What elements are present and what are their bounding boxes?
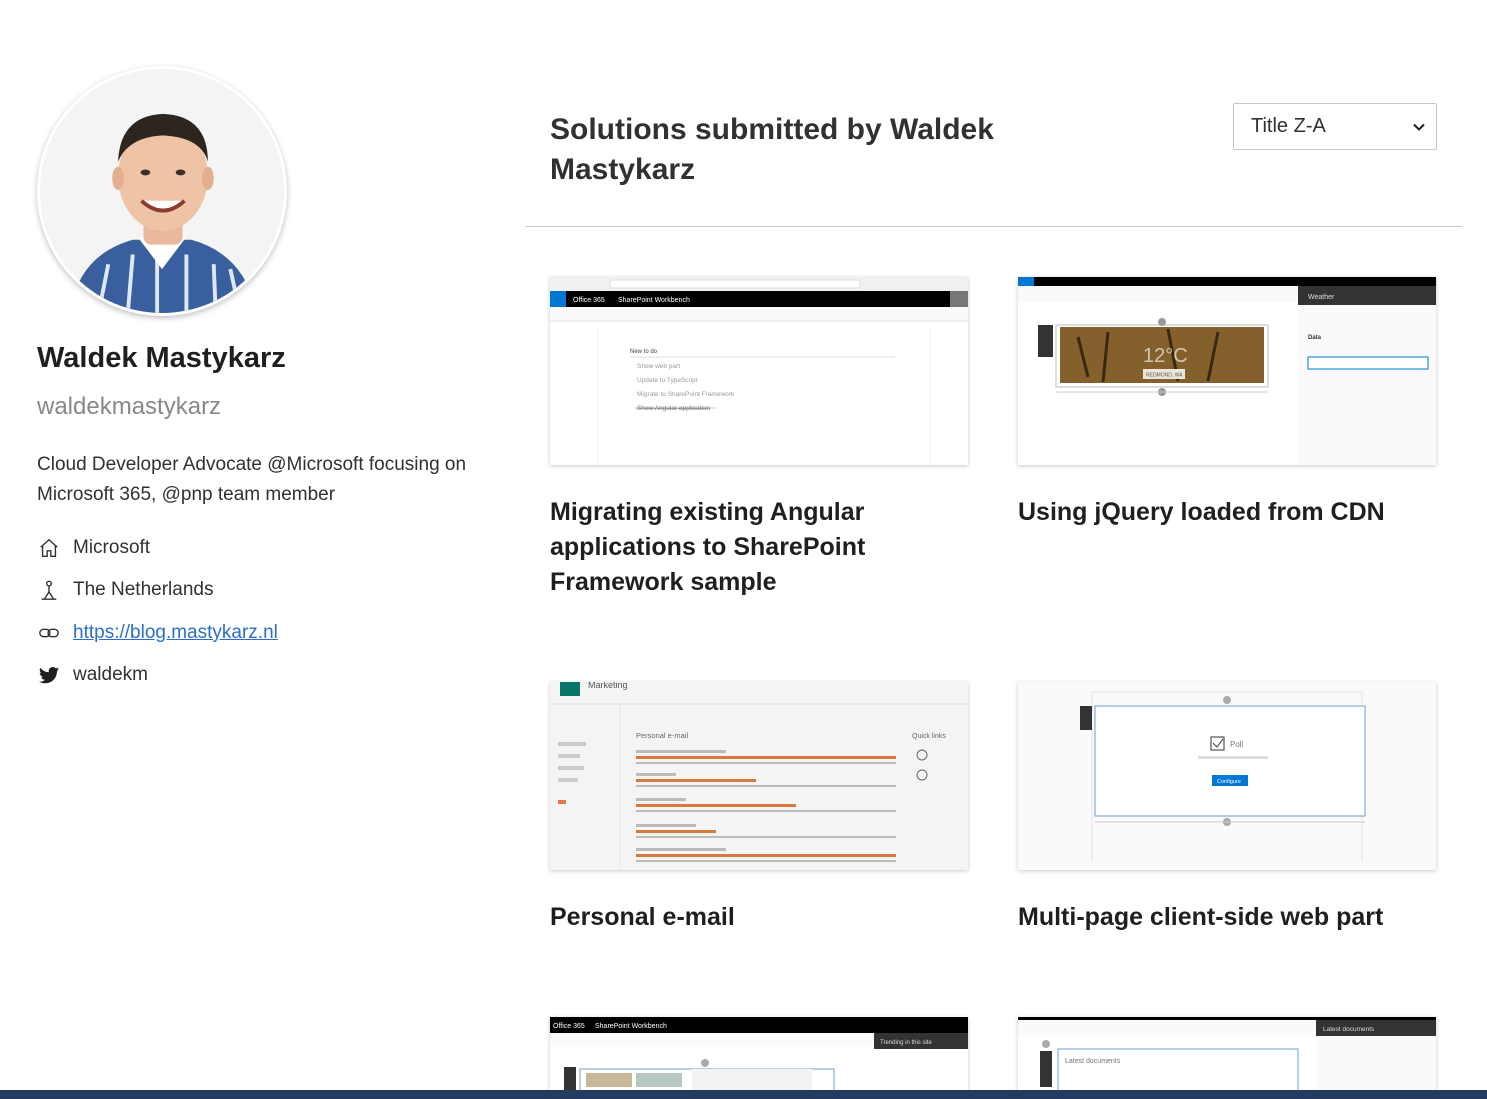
company-label: Microsoft	[73, 537, 151, 558]
thumb-weather-city: REDMOND, WA	[1146, 373, 1183, 379]
chevron-down-icon	[1413, 123, 1425, 131]
heading-divider	[525, 226, 1462, 227]
thumb-o365-2: Office 365	[553, 1023, 585, 1030]
page-title: Solutions submitted by Waldek Mastykarz	[550, 113, 994, 186]
solution-card[interactable]: Weather Data 12°C REDMOND, WA Using jQue…	[1018, 277, 1437, 530]
thumb-todo-2: Update to TypeScript	[637, 377, 698, 384]
thumb-mail-site: Marketing	[588, 682, 628, 690]
card-thumbnail[interactable]: Office 365 SharePoint Workbench New to d…	[550, 277, 968, 465]
thumb-weather-panel: Weather	[1308, 294, 1335, 301]
profile-website: https://blog.mastykarz.nl	[37, 621, 278, 645]
thumb-workbench: SharePoint Workbench	[618, 297, 690, 304]
thumb-trending: Trending in this site	[880, 1040, 932, 1046]
thumb-todo-4: Show Angular application	[637, 405, 710, 412]
thumb-o365: Office 365	[573, 297, 605, 304]
sort-selected-value: Title Z-A	[1251, 115, 1326, 137]
card-title[interactable]: Migrating existing Angular applications …	[550, 495, 969, 600]
solution-card[interactable]: Marketing Personal e-mail Quick links Pe…	[550, 682, 969, 935]
thumb-mail-quick: Quick links	[912, 733, 946, 740]
profile-bio: Cloud Developer Advocate @Microsoft focu…	[37, 454, 467, 505]
profile-twitter: waldekm	[37, 663, 148, 687]
thumb-weather-data: Data	[1308, 335, 1322, 341]
thumb-todo-1: Show web part	[637, 363, 680, 370]
card-thumbnail[interactable]: Weather Data 12°C REDMOND, WA	[1018, 277, 1436, 465]
footer-bar	[0, 1090, 1487, 1099]
thumb-mail-title: Personal e-mail	[636, 731, 688, 740]
profile-location: The Netherlands	[37, 578, 213, 602]
thumb-latest-docs: Latest documents	[1065, 1058, 1121, 1065]
twitter-icon	[37, 663, 61, 687]
thumb-todo-3: Migrate to SharePoint Framework	[637, 391, 735, 398]
thumb-todo-header: New to do	[630, 349, 658, 355]
card-thumbnail[interactable]: Poll Configure	[1018, 682, 1436, 870]
solution-card[interactable]: Office 365 SharePoint Workbench Trending…	[550, 1017, 969, 1099]
location-label: The Netherlands	[73, 579, 214, 600]
avatar-photo	[40, 69, 284, 313]
solution-card[interactable]: Poll Configure Multi-page client-side we…	[1018, 682, 1437, 935]
solution-card[interactable]: Office 365 SharePoint Workbench New to d…	[550, 277, 969, 600]
profile-handle: waldekmastykarz	[37, 393, 222, 420]
thumb-latest-docs-panel: Latest documents	[1323, 1026, 1375, 1033]
home-icon	[37, 536, 61, 560]
thumb-weather-temp: 12°C	[1143, 345, 1188, 367]
card-title[interactable]: Using jQuery loaded from CDN	[1018, 495, 1437, 530]
link-icon	[37, 621, 61, 645]
profile-name: Waldek Mastykarz	[37, 342, 286, 374]
card-title[interactable]: Personal e-mail	[550, 900, 969, 935]
thumb-poll-button: Configure	[1217, 779, 1241, 785]
thumb-workbench-2: SharePoint Workbench	[595, 1023, 667, 1030]
avatar	[37, 66, 287, 316]
thumb-poll-label: Poll	[1230, 740, 1244, 749]
person-pin-icon	[37, 578, 61, 602]
card-thumbnail[interactable]: Office 365 SharePoint Workbench Trending…	[550, 1017, 968, 1090]
website-link[interactable]: https://blog.mastykarz.nl	[73, 622, 278, 644]
card-thumbnail[interactable]: Latest documents Latest documents	[1018, 1017, 1436, 1090]
card-title[interactable]: Multi-page client-side web part	[1018, 900, 1437, 935]
sort-select[interactable]: Title Z-A	[1233, 103, 1437, 150]
profile-company: Microsoft	[37, 536, 150, 560]
twitter-handle[interactable]: waldekm	[73, 664, 148, 686]
solution-card[interactable]: Latest documents Latest documents	[1018, 1017, 1437, 1099]
card-thumbnail[interactable]: Marketing Personal e-mail Quick links	[550, 682, 968, 870]
